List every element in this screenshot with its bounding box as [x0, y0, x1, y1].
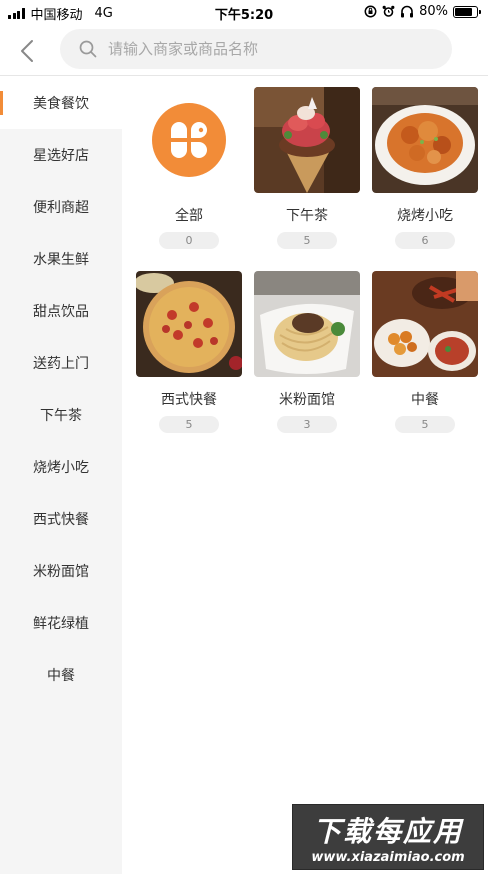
search-input[interactable]: [108, 40, 408, 58]
all-clover-icon: [136, 87, 242, 193]
pizza-photo: [136, 271, 242, 377]
sidebar-item-afternoon-tea[interactable]: 下午茶: [0, 389, 122, 441]
sidebar-item-label: 便利商超: [33, 200, 89, 216]
category-count-badge: 3: [277, 416, 337, 433]
category-afternoon-tea[interactable]: 下午茶 5: [248, 87, 366, 249]
category-count-badge: 5: [159, 416, 219, 433]
battery-percent: 80%: [419, 4, 448, 19]
category-western-fastfood[interactable]: 西式快餐 5: [130, 271, 248, 433]
status-bar: 中国移动 4G 下午5:20 80%: [0, 0, 488, 26]
alarm-icon: [382, 5, 395, 17]
sidebar-item-chinese-food[interactable]: 中餐: [0, 649, 122, 701]
chevron-left-icon: [21, 40, 33, 62]
category-content: 全部 0 下午茶 5 烧烤小吃 6 西式快餐 5 米粉面馆 3 中餐 5: [122, 77, 488, 874]
battery-level: [455, 7, 472, 16]
noodles-photo: [254, 271, 360, 377]
category-all[interactable]: 全部 0: [130, 87, 248, 249]
sidebar-item-food[interactable]: 美食餐饮: [0, 77, 122, 129]
afternoon-tea-photo: [254, 87, 360, 193]
category-name: 下午茶: [286, 208, 328, 224]
watermark-title: 下载每应用: [312, 815, 463, 848]
sidebar-item-noodles[interactable]: 米粉面馆: [0, 545, 122, 597]
sidebar-item-label: 送药上门: [33, 356, 89, 372]
sidebar-item-label: 米粉面馆: [33, 564, 89, 580]
category-name: 中餐: [411, 392, 439, 408]
category-name: 全部: [175, 208, 203, 224]
sidebar-item-label: 鲜花绿植: [33, 616, 89, 632]
sidebar-item-medicine-delivery[interactable]: 送药上门: [0, 337, 122, 389]
search-icon: [79, 40, 97, 58]
category-noodles[interactable]: 米粉面馆 3: [248, 271, 366, 433]
sidebar-item-western-fastfood[interactable]: 西式快餐: [0, 493, 122, 545]
category-count-badge: 0: [159, 232, 219, 249]
sidebar-item-fruit-fresh[interactable]: 水果生鲜: [0, 233, 122, 285]
category-count-badge: 6: [395, 232, 455, 249]
headphones-icon: [401, 5, 414, 18]
sidebar-item-label: 甜点饮品: [33, 304, 89, 320]
sidebar-item-label: 星选好店: [33, 148, 89, 164]
category-sidebar: 美食餐饮 星选好店 便利商超 水果生鲜 甜点饮品 送药上门 下午茶 烧烤小吃 西…: [0, 77, 122, 874]
header: [0, 26, 488, 76]
sidebar-item-selected-stores[interactable]: 星选好店: [0, 129, 122, 181]
battery-icon: [453, 5, 481, 18]
category-grid: 全部 0 下午茶 5 烧烤小吃 6 西式快餐 5 米粉面馆 3 中餐 5: [130, 87, 484, 433]
rotation-lock-icon: [364, 5, 377, 18]
sidebar-item-label: 烧烤小吃: [33, 460, 89, 476]
watermark-logo: 下载每应用 www.xiazaimiao.com: [292, 804, 484, 870]
sidebar-item-label: 西式快餐: [33, 512, 89, 528]
sidebar-item-label: 水果生鲜: [33, 252, 89, 268]
sidebar-item-label: 美食餐饮: [33, 96, 89, 112]
search-bar[interactable]: [60, 29, 452, 69]
sidebar-item-flowers-plants[interactable]: 鲜花绿植: [0, 597, 122, 649]
watermark-url: www.xiazaimiao.com: [311, 850, 465, 865]
status-right: 80%: [364, 4, 481, 19]
category-name: 烧烤小吃: [397, 208, 453, 224]
category-count-badge: 5: [395, 416, 455, 433]
sidebar-item-desserts-drinks[interactable]: 甜点饮品: [0, 285, 122, 337]
sidebar-item-bbq-snacks[interactable]: 烧烤小吃: [0, 441, 122, 493]
category-chinese-food[interactable]: 中餐 5: [366, 271, 484, 433]
category-count-badge: 5: [277, 232, 337, 249]
chinese-food-photo: [372, 271, 478, 377]
sidebar-item-label: 中餐: [47, 668, 75, 684]
sidebar-item-convenience[interactable]: 便利商超: [0, 181, 122, 233]
back-button[interactable]: [12, 36, 42, 66]
category-name: 西式快餐: [161, 392, 217, 408]
category-bbq-snacks[interactable]: 烧烤小吃 6: [366, 87, 484, 249]
bbq-snack-photo: [372, 87, 478, 193]
category-name: 米粉面馆: [279, 392, 335, 408]
sidebar-item-label: 下午茶: [40, 408, 82, 424]
